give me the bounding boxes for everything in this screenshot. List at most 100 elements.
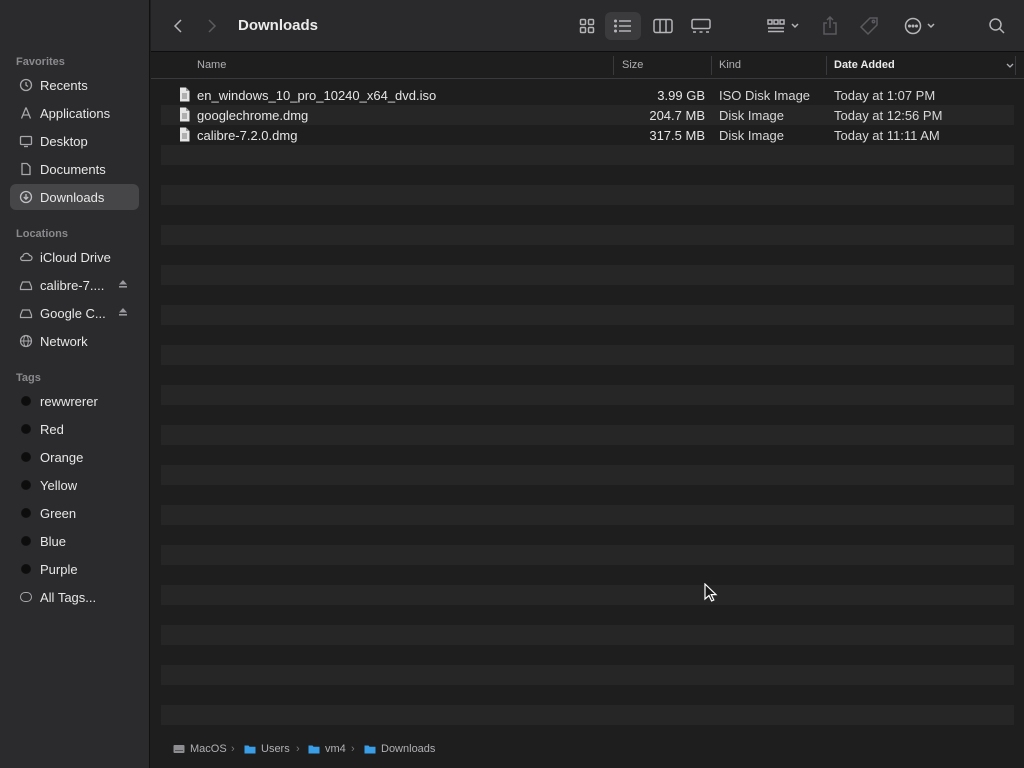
share-button[interactable] bbox=[819, 12, 841, 40]
file-size: 317.5 MB bbox=[649, 128, 705, 143]
sidebar-item-label: iCloud Drive bbox=[40, 249, 111, 265]
file-kind: Disk Image bbox=[719, 128, 785, 143]
file-name: en_windows_10_pro_10240_x64_dvd.iso bbox=[197, 88, 437, 103]
file-date-added: Today at 1:07 PM bbox=[834, 88, 936, 103]
sidebar-tag-rewwrerer[interactable]: rewwrerer bbox=[10, 388, 139, 414]
sidebar-tag-purple[interactable]: Purple bbox=[10, 556, 139, 582]
column-header-size[interactable]: Size bbox=[622, 59, 643, 71]
sidebar-tag-orange[interactable]: Orange bbox=[10, 444, 139, 470]
list-view-button[interactable] bbox=[605, 12, 641, 40]
empty-row-stripe bbox=[161, 305, 1014, 325]
empty-row-stripe bbox=[161, 265, 1014, 285]
sort-descending-icon[interactable] bbox=[1005, 62, 1015, 70]
column-view-button[interactable] bbox=[649, 12, 677, 40]
path-crumb-label: Users bbox=[261, 743, 290, 755]
forward-button[interactable] bbox=[201, 12, 223, 40]
group-grid-icon bbox=[766, 19, 785, 33]
window-title: Downloads bbox=[238, 17, 319, 34]
action-menu-button[interactable] bbox=[901, 12, 939, 40]
file-name: calibre-7.2.0.dmg bbox=[197, 128, 298, 143]
path-bar: MacOS › Users › vm4 › Downloads bbox=[151, 734, 1024, 768]
disk-icon bbox=[18, 305, 34, 321]
sidebar-item-label: calibre-7.... bbox=[40, 277, 105, 293]
file-kind: ISO Disk Image bbox=[719, 88, 811, 103]
file-icon bbox=[180, 107, 190, 122]
chevron-right-icon: › bbox=[231, 743, 235, 755]
column-header-kind[interactable]: Kind bbox=[719, 59, 741, 71]
chevron-right-icon: › bbox=[296, 743, 300, 755]
column-divider[interactable] bbox=[826, 56, 827, 75]
tag-dot-icon bbox=[18, 505, 34, 521]
path-crumb-label: Downloads bbox=[381, 743, 436, 755]
table-row[interactable]: googlechrome.dmg 204.7 MB Disk Image Tod… bbox=[161, 105, 1014, 125]
sidebar-item-label: Downloads bbox=[40, 189, 105, 205]
sidebar-item-recents[interactable]: Recents bbox=[10, 72, 139, 98]
empty-row-stripe bbox=[161, 705, 1014, 725]
folder-icon bbox=[244, 745, 256, 754]
sidebar-tag-green[interactable]: Green bbox=[10, 500, 139, 526]
tag-dot-icon bbox=[18, 561, 34, 577]
back-button[interactable] bbox=[167, 12, 189, 40]
column-divider bbox=[1015, 56, 1016, 75]
sidebar-item-documents[interactable]: Documents bbox=[10, 156, 139, 182]
sidebar-item-label: Yellow bbox=[40, 477, 78, 493]
sidebar-item-applications[interactable]: Applications bbox=[10, 100, 139, 126]
sidebar-tag-red[interactable]: Red bbox=[10, 416, 139, 442]
eject-icon[interactable] bbox=[117, 306, 129, 318]
tag-dot-icon bbox=[18, 477, 34, 493]
path-crumb-macos[interactable]: MacOS bbox=[173, 743, 227, 755]
empty-row-stripe bbox=[161, 545, 1014, 565]
search-icon bbox=[989, 18, 1005, 34]
path-crumb-vm4[interactable]: vm4 bbox=[308, 743, 346, 755]
sidebar-item-icloud-drive[interactable]: iCloud Drive bbox=[10, 244, 139, 270]
table-row[interactable]: en_windows_10_pro_10240_x64_dvd.iso 3.99… bbox=[161, 85, 1014, 105]
sidebar-item-label: Orange bbox=[40, 449, 84, 465]
column-header: Name Size Kind Date Added bbox=[151, 52, 1024, 79]
empty-row-stripe bbox=[161, 505, 1014, 525]
sidebar-all-tags[interactable]: All Tags... bbox=[10, 584, 139, 610]
gallery-view-button[interactable] bbox=[687, 12, 715, 40]
tag-dot-icon bbox=[18, 421, 34, 437]
gallery-icon bbox=[691, 18, 711, 33]
path-crumb-downloads[interactable]: Downloads bbox=[364, 743, 435, 755]
search-button[interactable] bbox=[985, 12, 1009, 40]
sidebar-item-desktop[interactable]: Desktop bbox=[10, 128, 139, 154]
sidebar-item-network[interactable]: Network bbox=[10, 328, 139, 354]
column-divider[interactable] bbox=[613, 56, 614, 75]
file-kind: Disk Image bbox=[719, 108, 785, 123]
sidebar-item-calibre-volume[interactable]: calibre-7.... bbox=[10, 272, 139, 298]
ellipsis-circle-icon bbox=[904, 17, 922, 35]
folder-icon bbox=[308, 745, 320, 754]
desktop-icon bbox=[18, 133, 34, 149]
path-crumb-users[interactable]: Users bbox=[244, 743, 290, 755]
icon-view-button[interactable] bbox=[573, 12, 601, 40]
file-name: googlechrome.dmg bbox=[197, 108, 309, 123]
tag-dot-icon bbox=[18, 533, 34, 549]
sidebar-item-downloads[interactable]: Downloads bbox=[10, 184, 139, 210]
sidebar-tag-blue[interactable]: Blue bbox=[10, 528, 139, 554]
sidebar-item-google-chrome-volume[interactable]: Google C... bbox=[10, 300, 139, 326]
globe-icon bbox=[18, 333, 34, 349]
file-date-added: Today at 11:11 AM bbox=[834, 128, 940, 143]
share-icon bbox=[823, 16, 837, 35]
file-icon bbox=[180, 87, 190, 102]
disk-icon bbox=[18, 277, 34, 293]
empty-row-stripe bbox=[161, 625, 1014, 645]
toolbar: Downloads bbox=[151, 0, 1024, 52]
sidebar-item-label: Desktop bbox=[40, 133, 88, 149]
group-by-button[interactable] bbox=[763, 12, 803, 40]
table-row[interactable]: calibre-7.2.0.dmg 317.5 MB Disk Image To… bbox=[161, 125, 1014, 145]
favorites-section-title: Favorites bbox=[16, 56, 65, 68]
file-size: 204.7 MB bbox=[649, 108, 705, 123]
grid-icon bbox=[579, 18, 595, 34]
mouse-cursor-icon bbox=[704, 583, 718, 602]
column-header-date-added[interactable]: Date Added bbox=[834, 59, 895, 71]
column-divider[interactable] bbox=[711, 56, 712, 75]
sidebar-item-label: Applications bbox=[40, 105, 111, 121]
sidebar-tag-yellow[interactable]: Yellow bbox=[10, 472, 139, 498]
tags-icon bbox=[18, 589, 34, 605]
tags-button[interactable] bbox=[857, 12, 881, 40]
eject-icon[interactable] bbox=[117, 278, 129, 290]
chevron-right-icon: › bbox=[351, 743, 355, 755]
column-header-name[interactable]: Name bbox=[197, 59, 226, 71]
